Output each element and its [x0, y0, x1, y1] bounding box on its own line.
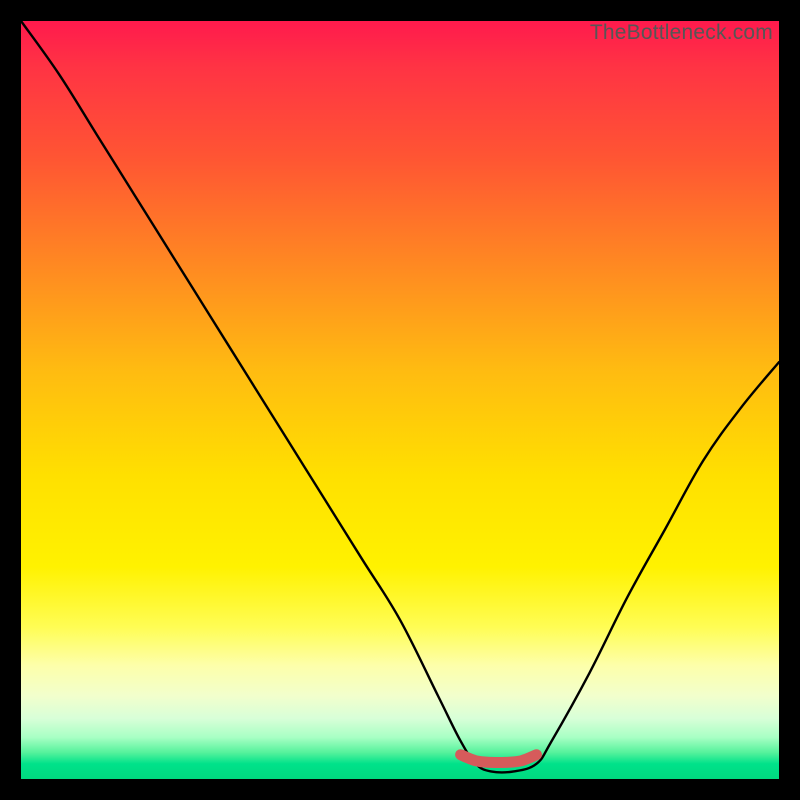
optimal-marker-path [461, 755, 537, 763]
chart-frame: TheBottleneck.com [0, 0, 800, 800]
chart-svg [21, 21, 779, 779]
bottleneck-curve-path [21, 21, 779, 772]
plot-area: TheBottleneck.com [21, 21, 779, 779]
